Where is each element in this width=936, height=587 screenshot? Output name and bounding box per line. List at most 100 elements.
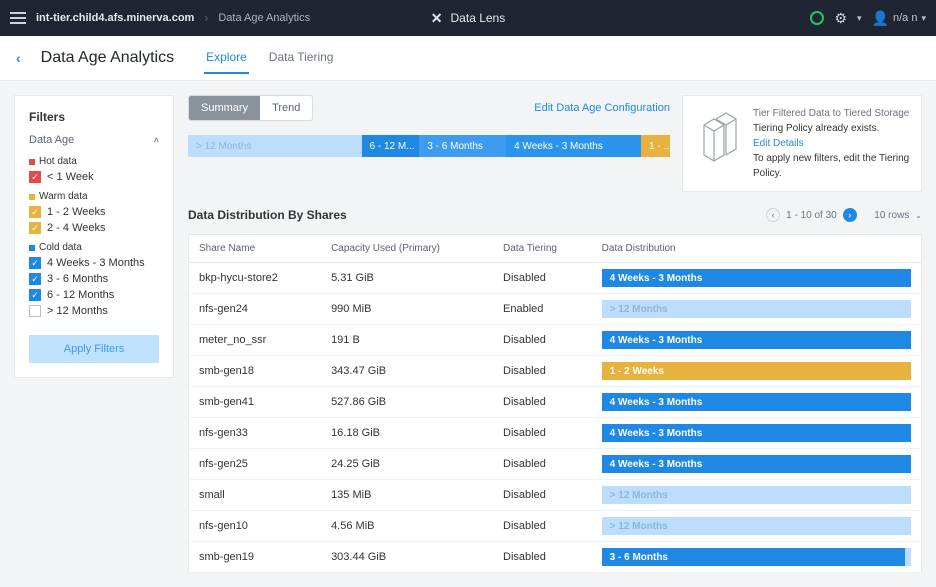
capacity-cell: 303.44 GiB [321, 542, 493, 573]
chevron-down-icon[interactable]: ▾ [857, 13, 862, 24]
column-header[interactable]: Capacity Used (Primary) [321, 235, 493, 263]
distribution-bar[interactable]: 1 - 2 Weeks [602, 362, 911, 380]
hot-bullet-icon [29, 159, 35, 165]
filter-3-6m[interactable]: ✓3 - 6 Months [29, 273, 159, 285]
filter-1-2-weeks[interactable]: ✓1 - 2 Weeks [29, 206, 159, 218]
distribution-bar[interactable]: 4 Weeks - 3 Months [602, 269, 911, 287]
tabbar: Explore Data Tiering [204, 42, 335, 74]
column-header[interactable]: Data Tiering [493, 235, 592, 263]
filter-2-4-weeks[interactable]: ✓2 - 4 Weeks [29, 222, 159, 234]
toggle-trend[interactable]: Trend [260, 96, 312, 120]
topbar: int-tier.child4.afs.minerva.com › Data A… [0, 0, 936, 36]
menu-icon[interactable] [10, 12, 26, 24]
rows-per-page[interactable]: 10 rows [874, 210, 909, 221]
capacity-cell: 527.86 GiB [321, 387, 493, 418]
strip-segment[interactable]: 4 Weeks - 3 Months [506, 135, 641, 157]
table-row[interactable]: smb-gen18343.47 GiBDisabled1 - 2 Weeks [189, 356, 922, 387]
checkbox-icon: ✓ [29, 171, 41, 183]
chevron-right-icon: › [204, 11, 208, 25]
pager-prev-button[interactable]: ‹ [766, 208, 780, 222]
pager-range: 1 - 10 of 30 [786, 210, 837, 221]
distribution-bar[interactable]: 4 Weeks - 3 Months [602, 455, 911, 473]
share-name-cell: nfs-gen33 [189, 418, 322, 449]
distribution-bar[interactable]: 4 Weeks - 3 Months [602, 393, 911, 411]
distribution-bar[interactable]: 3 - 6 Months [602, 548, 911, 566]
view-toggle: Summary Trend [188, 95, 313, 121]
content-area: Summary Trend Edit Data Age Configuratio… [188, 95, 922, 573]
capacity-cell: 5.31 GiB [321, 263, 493, 294]
apply-filters-button[interactable]: Apply Filters [29, 335, 159, 363]
tab-data-tiering[interactable]: Data Tiering [267, 42, 336, 74]
capacity-cell: 24.25 GiB [321, 449, 493, 480]
tier-card-hint: To apply new filters, edit the Tiering P… [753, 151, 911, 181]
strip-segment[interactable]: 6 - 12 M... [362, 135, 420, 157]
distribution-cell: 4 Weeks - 3 Months [592, 387, 922, 418]
tiering-cell: Disabled [493, 542, 592, 573]
distribution-cell: 3 - 6 Months [592, 542, 922, 573]
table-row[interactable]: bkp-hycu-store25.31 GiBDisabled4 Weeks -… [189, 263, 922, 294]
domain-crumb[interactable]: int-tier.child4.afs.minerva.com [36, 12, 194, 24]
tab-explore[interactable]: Explore [204, 42, 249, 74]
filters-panel: Filters Data Age ˄ Hot data ✓< 1 Week Wa… [14, 95, 174, 378]
share-name-cell: nfs-gen24 [189, 294, 322, 325]
share-name-cell: nfs-gen10 [189, 511, 322, 542]
checkbox-icon: ✓ [29, 206, 41, 218]
distribution-cell: 4 Weeks - 3 Months [592, 449, 922, 480]
table-row[interactable]: nfs-gen104.56 MiBDisabled> 12 Months [189, 511, 922, 542]
distribution-cell: 4 Weeks - 3 Months [592, 418, 922, 449]
capacity-cell: 191 B [321, 325, 493, 356]
pager: ‹ 1 - 10 of 30 › 10 rows ⌄ [766, 208, 922, 222]
column-header[interactable]: Share Name [189, 235, 322, 263]
table-row[interactable]: nfs-gen3316.18 GiBDisabled 4 Weeks - 3 Mo… [189, 418, 922, 449]
gear-icon[interactable]: ⚙ [834, 10, 847, 27]
filter-6-12m[interactable]: ✓6 - 12 Months [29, 289, 159, 301]
warm-bullet-icon [29, 194, 35, 200]
distribution-cell: 1 - 2 Weeks [592, 356, 922, 387]
table-row[interactable]: nfs-gen24990 MiBEnabled> 12 Months [189, 294, 922, 325]
tiering-card: Tier Filtered Data to Tiered Storage Tie… [682, 95, 922, 192]
distribution-bar[interactable]: > 12 Months [602, 517, 911, 535]
distribution-summary-bar[interactable]: > 12 Months6 - 12 M...3 - 6 Months4 Week… [188, 135, 670, 157]
strip-segment[interactable]: > 12 Months [188, 135, 362, 157]
table-row[interactable]: meter_no_ssr191 BDisabled4 Weeks - 3 Mon… [189, 325, 922, 356]
brand-label: Data Lens [451, 11, 506, 25]
filter-section-data-age[interactable]: Data Age ˄ [29, 134, 159, 146]
user-icon: 👤 [872, 10, 889, 27]
table-row[interactable]: smb-gen41527.86 GiBDisabled4 Weeks - 3 M… [189, 387, 922, 418]
edit-data-age-link[interactable]: Edit Data Age Configuration [534, 102, 670, 114]
user-label: n/a n [893, 12, 917, 24]
filter-lt-1-week[interactable]: ✓< 1 Week [29, 171, 159, 183]
edit-details-link[interactable]: Edit Details [753, 136, 911, 151]
capacity-cell: 16.18 GiB [321, 418, 493, 449]
distribution-cell: > 12 Months [592, 480, 922, 511]
toggle-summary[interactable]: Summary [189, 96, 260, 120]
tiering-cell: Disabled [493, 356, 592, 387]
column-header[interactable]: Data Distribution [592, 235, 922, 263]
back-button[interactable]: ‹ [16, 50, 21, 66]
page-header: ‹ Data Age Analytics Explore Data Tierin… [0, 36, 936, 81]
pager-next-button[interactable]: › [843, 208, 857, 222]
share-name-cell: smb-gen19 [189, 542, 322, 573]
tiering-cell: Disabled [493, 418, 592, 449]
distribution-bar[interactable]: > 12 Months [602, 486, 911, 504]
share-name-cell: small [189, 480, 322, 511]
distribution-bar[interactable]: 4 Weeks - 3 Months [602, 424, 911, 442]
checkbox-icon: ✓ [29, 273, 41, 285]
status-icon[interactable] [810, 11, 824, 25]
table-row[interactable]: nfs-gen2524.25 GiBDisabled4 Weeks - 3 Mo… [189, 449, 922, 480]
table-row[interactable]: smb-gen19303.44 GiBDisabled 3 - 6 Months [189, 542, 922, 573]
chevron-down-icon: ⌄ [915, 211, 922, 220]
distribution-bar[interactable]: > 12 Months [602, 300, 911, 318]
table-row[interactable]: small135 MiBDisabled> 12 Months [189, 480, 922, 511]
checkbox-icon: ✓ [29, 222, 41, 234]
strip-segment[interactable]: 3 - 6 Months [419, 135, 506, 157]
share-name-cell: nfs-gen25 [189, 449, 322, 480]
distribution-bar[interactable]: 4 Weeks - 3 Months [602, 331, 911, 349]
share-name-cell: smb-gen41 [189, 387, 322, 418]
filter-4w-3m[interactable]: ✓4 Weeks - 3 Months [29, 257, 159, 269]
brand: ✕ Data Lens [431, 10, 505, 27]
filter-gt-12m[interactable]: > 12 Months [29, 305, 159, 317]
strip-segment[interactable]: 1 - ... [641, 135, 670, 157]
user-menu[interactable]: 👤 n/a n ▾ [872, 10, 926, 27]
tiering-cell: Disabled [493, 325, 592, 356]
